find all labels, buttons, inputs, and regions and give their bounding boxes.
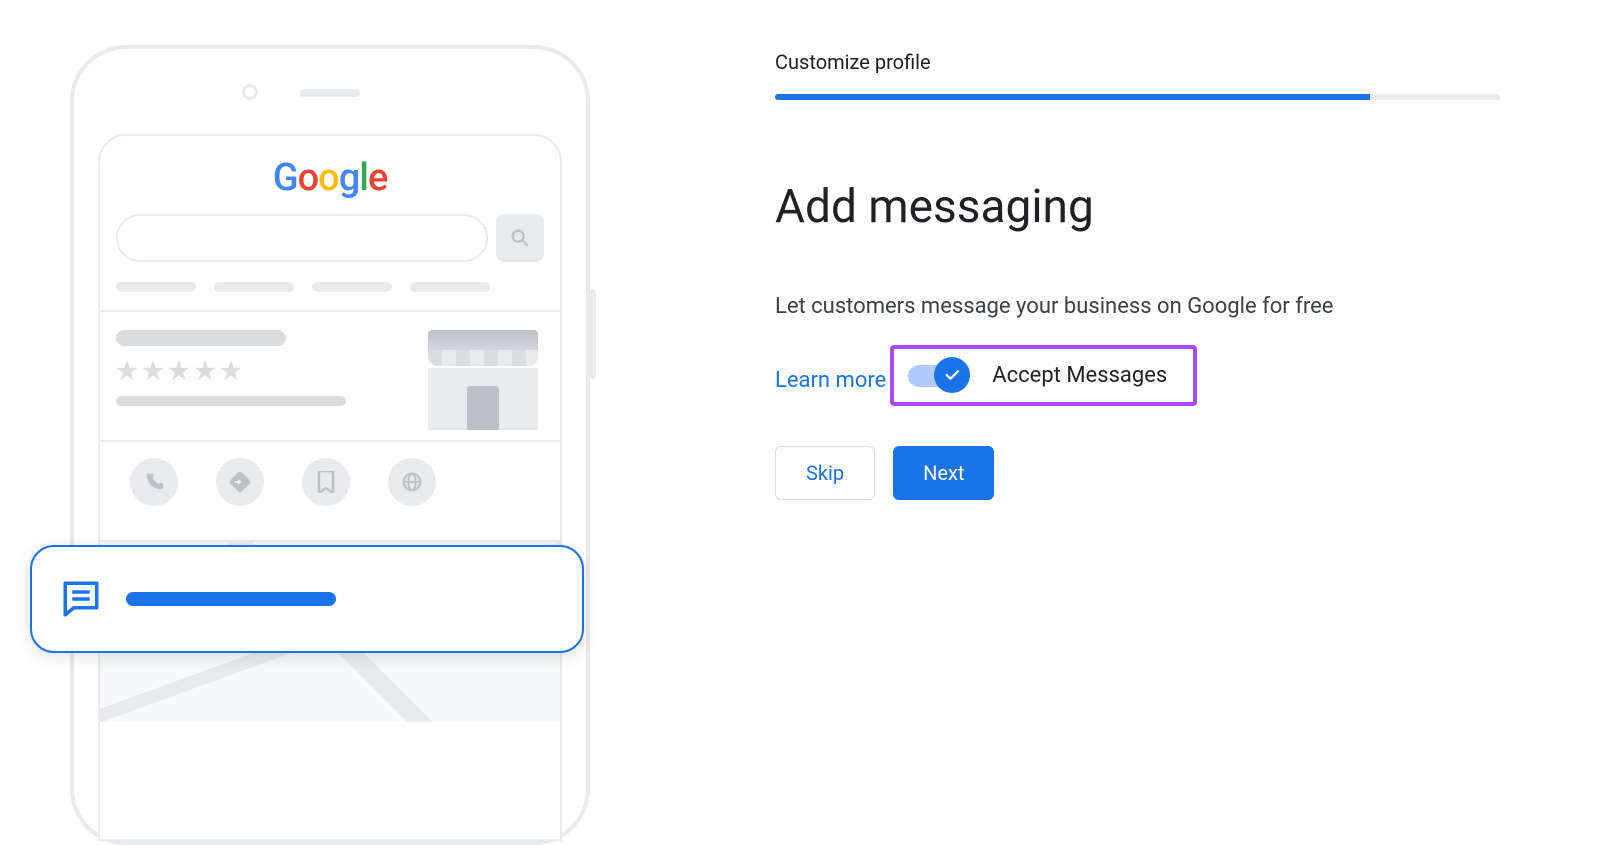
progress-bar: [775, 94, 1500, 100]
call-icon: [130, 458, 178, 506]
search-icon: [509, 227, 531, 249]
star-icon: [168, 360, 190, 382]
result-card: [100, 312, 560, 422]
logo-letter-g2: g: [339, 156, 360, 200]
globe-icon: [388, 458, 436, 506]
skip-button[interactable]: Skip: [775, 446, 875, 500]
phone-side-button: [590, 289, 596, 379]
chat-icon: [60, 578, 102, 620]
tab-placeholder: [312, 282, 392, 292]
step-label: Customize profile: [775, 50, 1500, 74]
tab-placeholder: [214, 282, 294, 292]
check-icon: [943, 366, 961, 384]
progress-fill: [775, 94, 1370, 100]
logo-letter-o2: o: [318, 156, 339, 200]
star-icon: [116, 360, 138, 382]
search-row: [116, 214, 544, 262]
button-row: Skip Next: [775, 446, 1500, 500]
phone-screen: Google: [98, 134, 562, 841]
logo-letter-l: l: [359, 156, 368, 200]
toggle-knob: [934, 357, 970, 393]
tab-placeholder: [410, 282, 490, 292]
page-description: Let customers message your business on G…: [775, 294, 1500, 319]
star-icon: [220, 360, 242, 382]
tab-placeholder: [116, 282, 196, 292]
result-title-placeholder: [116, 330, 286, 346]
logo-letter-e: e: [368, 156, 387, 200]
tabs-row: [116, 282, 544, 292]
illustration-panel: Google: [0, 0, 620, 732]
form-panel: Customize profile Add messaging Let cust…: [620, 0, 1600, 732]
star-icon: [194, 360, 216, 382]
logo-letter-g: G: [273, 156, 298, 200]
accept-messages-toggle[interactable]: [908, 365, 964, 387]
bookmark-icon: [302, 458, 350, 506]
search-button: [496, 214, 544, 262]
directions-icon: [216, 458, 264, 506]
next-button[interactable]: Next: [893, 446, 994, 500]
star-icon: [142, 360, 164, 382]
result-subtitle-placeholder: [116, 396, 346, 406]
search-input-placeholder: [116, 214, 488, 262]
message-card: [30, 545, 584, 653]
storefront-icon: [428, 330, 538, 430]
page-heading: Add messaging: [775, 180, 1500, 234]
action-buttons-row: [100, 442, 560, 522]
phone-camera: [242, 84, 258, 100]
logo-letter-o1: o: [298, 156, 319, 200]
accept-messages-highlight: Accept Messages: [890, 345, 1197, 406]
phone-frame: Google: [70, 45, 590, 845]
phone-speaker: [300, 89, 360, 97]
message-text-placeholder: [126, 592, 336, 606]
toggle-label: Accept Messages: [992, 363, 1167, 388]
learn-more-link[interactable]: Learn more: [775, 368, 886, 393]
google-logo: Google: [100, 156, 560, 200]
